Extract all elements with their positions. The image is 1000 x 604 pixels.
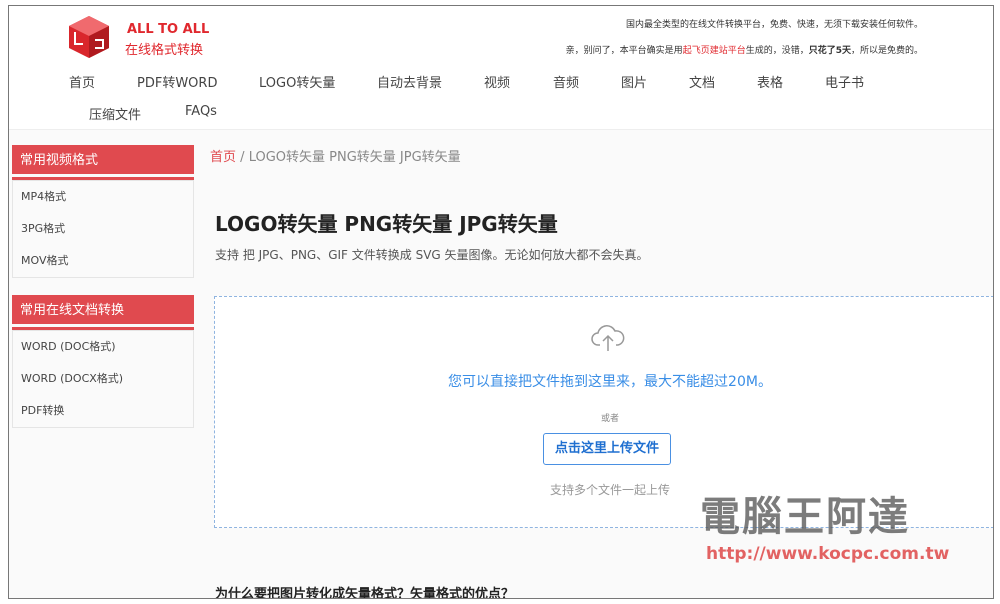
breadcrumb-separator: / <box>240 150 245 165</box>
notice-line-1: 国内最全类型的在线文件转换平台，免费、快速，无须下载安装任何软件。 <box>625 20 923 30</box>
breadcrumb-home[interactable]: 首页 <box>210 150 236 165</box>
sidebar-item-pdf[interactable]: PDF转换 <box>13 395 193 427</box>
nav-archive[interactable]: 压缩文件 <box>89 104 141 123</box>
drag-drop-text: 您可以直接把文件拖到这里来，最大不能超过20M。 <box>448 374 772 390</box>
nav-pdf-to-word[interactable]: PDF转WORD <box>137 72 217 91</box>
brand-tagline: 在线格式转换 <box>125 43 204 58</box>
nav-home[interactable]: 首页 <box>69 72 95 91</box>
sidebar-heading: 常用视频格式 <box>12 145 194 177</box>
sidebar-heading: 常用在线文档转换 <box>12 295 194 327</box>
site-header: ALL TO ALL 在线格式转换 国内最全类型的在线文件转换平台，免费、快速，… <box>9 6 993 130</box>
sidebar-item-mov[interactable]: MOV格式 <box>13 245 193 277</box>
watermark-url: http://www.kocpc.com.tw <box>706 544 950 564</box>
sidebar-item-docx[interactable]: WORD (DOCX格式) <box>13 363 193 395</box>
notice-line-2: 亲，别问了，本平台确实是用起飞页建站平台生成的，没错，只花了5天，所以是免费的。 <box>566 43 923 56</box>
notice-text: 生成的，没错， <box>745 46 809 56</box>
nav-spreadsheet[interactable]: 表格 <box>757 72 783 91</box>
faq-question: 为什么要把图片转化成矢量格式？矢量格式的优点？ <box>215 587 515 599</box>
nav-audio[interactable]: 音频 <box>553 72 579 91</box>
nav-logo-vector[interactable]: LOGO转矢量 <box>259 72 335 91</box>
page-title: LOGO转矢量 PNG转矢量 JPG转矢量 <box>215 212 558 236</box>
platform-link[interactable]: 起飞页建站平台 <box>683 46 746 56</box>
cloud-upload-icon <box>591 325 625 351</box>
sidebar-item-doc[interactable]: WORD (DOC格式) <box>13 331 193 363</box>
notice-bold: 只花了5天 <box>808 46 851 56</box>
watermark-name: 電腦王阿達 <box>700 494 910 540</box>
sidebar-item-mp4[interactable]: MP4格式 <box>13 181 193 213</box>
nav-remove-bg[interactable]: 自动去背景 <box>377 72 442 91</box>
sidebar-item-3pg[interactable]: 3PG格式 <box>13 213 193 245</box>
notice-text: 亲，别问了，本平台确实是用 <box>565 46 683 56</box>
nav-faqs[interactable]: FAQs <box>185 104 217 119</box>
nav-ebook[interactable]: 电子书 <box>825 72 864 91</box>
page-subtitle: 支持 把 JPG、PNG、GIF 文件转换成 SVG 矢量图像。无论如何放大都不… <box>215 248 649 262</box>
upload-file-button[interactable]: 点击这里上传文件 <box>543 433 671 465</box>
nav-image[interactable]: 图片 <box>621 72 647 91</box>
or-text: 或者 <box>600 414 619 424</box>
notice-text: ，所以是免费的。 <box>850 46 923 56</box>
nav-document[interactable]: 文档 <box>689 72 715 91</box>
sidebar-video-formats: 常用视频格式 MP4格式 3PG格式 MOV格式 <box>12 145 194 278</box>
breadcrumb: 首页 / LOGO转矢量 PNG转矢量 JPG转矢量 <box>210 146 461 165</box>
breadcrumb-current: LOGO转矢量 PNG转矢量 JPG转矢量 <box>248 150 461 165</box>
sidebar-doc-formats: 常用在线文档转换 WORD (DOC格式) WORD (DOCX格式) PDF转… <box>12 295 194 428</box>
brand-name[interactable]: ALL TO ALL <box>127 22 209 37</box>
nav-video[interactable]: 视频 <box>484 72 510 91</box>
logo-cube-icon[interactable] <box>67 14 111 60</box>
